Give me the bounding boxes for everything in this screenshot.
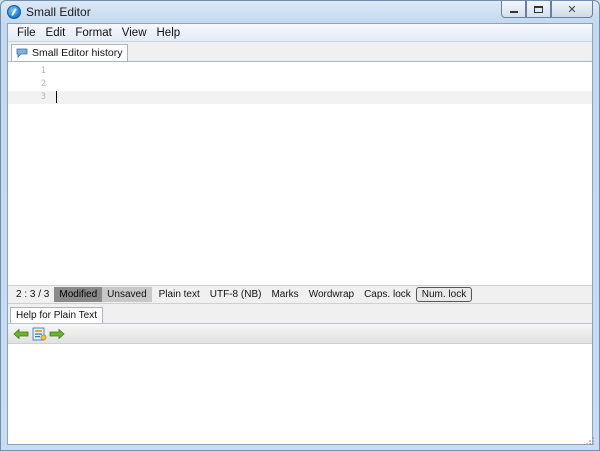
close-button[interactable]: ✕ bbox=[551, 1, 593, 18]
minimize-button[interactable] bbox=[501, 1, 526, 18]
menu-bar: File Edit Format View Help bbox=[8, 24, 592, 42]
tab-help-plain-text[interactable]: Help for Plain Text bbox=[10, 307, 103, 323]
editor-line: 1 bbox=[8, 65, 592, 78]
minimize-icon bbox=[509, 10, 518, 13]
menu-file[interactable]: File bbox=[12, 27, 41, 39]
forward-arrow-icon[interactable] bbox=[49, 327, 65, 341]
menu-view[interactable]: View bbox=[117, 27, 152, 39]
wordwrap-toggle[interactable]: Wordwrap bbox=[304, 287, 359, 302]
window-title: Small Editor bbox=[26, 5, 91, 19]
home-page-icon[interactable] bbox=[31, 327, 47, 341]
line-number: 1 bbox=[40, 66, 46, 76]
app-pen-icon bbox=[7, 5, 21, 19]
menu-format[interactable]: Format bbox=[70, 27, 116, 39]
title-bar[interactable]: Small Editor ✕ bbox=[1, 1, 599, 23]
text-editor[interactable]: 1 2 3 bbox=[8, 61, 592, 285]
window-controls: ✕ bbox=[501, 1, 593, 19]
maximize-icon bbox=[534, 5, 543, 13]
editor-current-line: 3 bbox=[8, 91, 592, 104]
speech-bubble-icon bbox=[16, 48, 28, 58]
help-tab-label: Help for Plain Text bbox=[16, 310, 97, 321]
close-icon: ✕ bbox=[567, 3, 577, 16]
maximize-button[interactable] bbox=[526, 1, 551, 18]
encoding[interactable]: UTF-8 (NB) bbox=[205, 287, 267, 302]
help-toolbar bbox=[8, 323, 592, 344]
status-bar: 2 : 3 / 3 Modified Unsaved Plain text UT… bbox=[8, 285, 592, 304]
caps-lock-indicator: Caps. lock bbox=[364, 289, 411, 300]
num-lock-indicator: Num. lock bbox=[415, 287, 473, 302]
menu-help[interactable]: Help bbox=[152, 27, 186, 39]
tab-small-editor-history[interactable]: Small Editor history bbox=[11, 44, 129, 61]
app-window: Small Editor ✕ File Edit Format View Hel… bbox=[0, 0, 600, 451]
marks-toggle[interactable]: Marks bbox=[266, 287, 303, 302]
editor-line: 2 bbox=[8, 78, 592, 91]
text-mode[interactable]: Plain text bbox=[154, 287, 205, 302]
line-number: 3 bbox=[40, 92, 46, 102]
resize-grip-icon[interactable] bbox=[585, 436, 595, 446]
unsaved-indicator: Unsaved bbox=[102, 287, 152, 302]
back-arrow-icon[interactable] bbox=[13, 327, 29, 341]
menu-edit[interactable]: Edit bbox=[41, 27, 71, 39]
modified-indicator: Modified bbox=[54, 287, 103, 302]
client-area: File Edit Format View Help Small Editor … bbox=[7, 23, 593, 445]
help-content[interactable] bbox=[8, 344, 592, 444]
cursor-position: 2 : 3 / 3 bbox=[16, 289, 50, 300]
text-caret bbox=[56, 91, 57, 103]
line-number: 2 bbox=[40, 79, 46, 89]
document-tab-row: Small Editor history bbox=[8, 42, 592, 61]
tab-label: Small Editor history bbox=[32, 47, 123, 59]
help-tab-row: Help for Plain Text bbox=[8, 305, 592, 323]
